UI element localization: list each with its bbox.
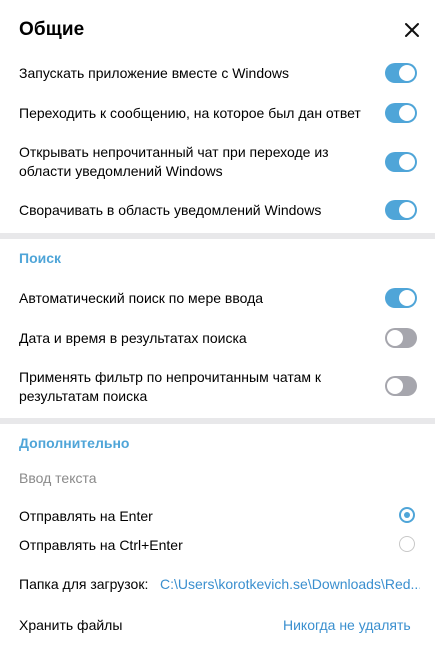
keep-files-label: Хранить файлы — [19, 617, 123, 633]
toggle-knob — [399, 154, 415, 170]
radio-dot — [404, 512, 410, 518]
setting-label-minimize-to-tray: Сворачивать в область уведомлений Window… — [19, 202, 322, 218]
toggle-unread-filter[interactable] — [385, 376, 417, 396]
keep-files-link[interactable]: Никогда не удалять — [283, 616, 411, 635]
toggle-minimize-to-tray[interactable] — [385, 200, 417, 220]
section-title-search: Поиск — [19, 250, 62, 266]
subsection-title-input: Ввод текста — [19, 470, 97, 486]
toggle-jump-to-reply[interactable] — [385, 103, 417, 123]
setting-label-auto-search: Автоматический поиск по мере ввода — [19, 290, 264, 306]
download-folder-link[interactable]: C:\Users\korotkevich.se\Downloads\Red... — [160, 575, 420, 594]
radio-send-ctrl-enter[interactable] — [399, 536, 415, 552]
close-icon[interactable] — [402, 20, 422, 40]
page-title: Общие — [19, 19, 85, 40]
setting-label-autostart: Запускать приложение вместе с Windows — [19, 65, 289, 81]
toggle-knob — [387, 330, 403, 346]
download-folder-label: Папка для загрузок: — [19, 576, 149, 592]
section-divider — [0, 233, 435, 239]
section-title-advanced: Дополнительно — [19, 435, 130, 451]
toggle-open-unread-chat[interactable] — [385, 152, 417, 172]
radio-send-enter[interactable] — [399, 507, 415, 523]
toggle-knob — [399, 65, 415, 81]
setting-label-jump-to-reply: Переходить к сообщению, на которое был д… — [19, 105, 361, 121]
toggle-knob — [399, 290, 415, 306]
setting-label-search-date-time: Дата и время в результатах поиска — [19, 330, 247, 346]
send-option-label-enter: Отправлять на Enter — [19, 508, 153, 524]
toggle-knob — [399, 202, 415, 218]
toggle-auto-search[interactable] — [385, 288, 417, 308]
toggle-autostart[interactable] — [385, 63, 417, 83]
send-option-label-ctrl-enter: Отправлять на Ctrl+Enter — [19, 537, 183, 553]
setting-label-open-unread-chat: Открывать непрочитанный чат при переходе… — [19, 144, 329, 179]
section-divider — [0, 418, 435, 424]
toggle-knob — [387, 378, 403, 394]
toggle-knob — [399, 105, 415, 121]
setting-label-unread-filter: Применять фильтр по непрочитанным чатам … — [19, 369, 322, 404]
toggle-search-date-time[interactable] — [385, 328, 417, 348]
